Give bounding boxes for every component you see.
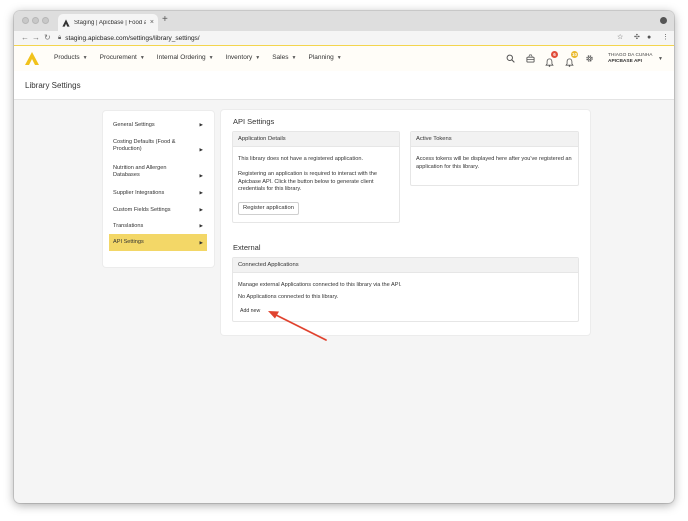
tab-title: Staging | Apicbase | Food and (74, 19, 146, 26)
active-tokens-header: Active Tokens (411, 132, 578, 147)
registration-instructions: Registering an application is required t… (238, 171, 377, 193)
application-details-panel: Application Details This library does no… (232, 131, 400, 223)
url-host: staging.apicbase.com (65, 34, 129, 42)
notifications-bell[interactable]: 6 (545, 51, 558, 67)
add-new-link[interactable]: Add new (240, 308, 260, 314)
basket-icon[interactable] (526, 54, 535, 63)
browser-toolbar: ← → ↻ 🔒︎ staging.apicbase.com/settings/l… (14, 31, 674, 45)
active-tokens-panel: Active Tokens Access tokens will be disp… (410, 131, 579, 186)
nav-sales[interactable]: Sales ▼ (272, 54, 296, 61)
maximize-window-button[interactable] (42, 17, 49, 24)
no-connected-applications-text: No Applications connected to this librar… (238, 294, 339, 300)
api-settings-title: API Settings (233, 117, 275, 126)
address-bar[interactable]: 🔒︎ staging.apicbase.com/settings/library… (58, 32, 638, 44)
chevron-down-icon: ▼ (82, 54, 88, 61)
extensions-puzzle-icon[interactable]: ✣ (634, 33, 640, 43)
sidebar-item-api-settings[interactable]: API Settings ▶ (109, 234, 207, 251)
sidebar-item-custom-fields[interactable]: Custom Fields Settings ▶ (109, 203, 207, 217)
nav-planning[interactable]: Planning ▼ (308, 54, 341, 61)
search-icon[interactable] (506, 54, 515, 63)
user-org: APICBASE API (608, 59, 642, 64)
application-details-header: Application Details (233, 132, 399, 147)
connected-applications-text: Manage external Applications connected t… (238, 282, 402, 288)
page-title: Library Settings (25, 81, 81, 90)
bell-icon (565, 58, 574, 67)
chevron-down-icon: ▼ (208, 54, 214, 61)
connected-applications-header: Connected Applications (233, 258, 578, 273)
active-tokens-text: Access tokens will be displayed here aft… (416, 156, 572, 170)
browser-window: Staging | Apicbase | Food and × + ← → ↻ … (14, 11, 674, 503)
sidebar-item-costing-defaults[interactable]: Costing Defaults (Food & Production) ▶ (109, 136, 207, 156)
sidebar-item-translations[interactable]: Translations ▶ (109, 219, 207, 233)
chevron-down-icon: ▼ (139, 54, 145, 61)
sidebar-item-nutrition-allergen[interactable]: Nutrition and Allergen Databases ▶ (109, 162, 207, 182)
sidebar-item-general-settings[interactable]: General Settings ▶ (109, 118, 207, 132)
annotation-arrow-icon (268, 311, 327, 341)
page-header: Library Settings (14, 71, 674, 100)
app-header: Products ▼ Procurement ▼ Internal Ordering… (14, 45, 674, 71)
minimize-window-button[interactable] (32, 17, 39, 24)
chevron-down-icon: ▼ (255, 54, 261, 61)
chevron-down-icon[interactable]: ▼ (658, 56, 663, 62)
profile-avatar-icon[interactable]: ● (647, 33, 651, 43)
bell-icon (545, 58, 554, 67)
browser-menu-icon[interactable] (660, 17, 667, 24)
sidebar-item-supplier-integrations[interactable]: Supplier Integrations ▶ (109, 186, 207, 200)
no-application-text: This library does not have a registered … (238, 156, 363, 162)
browser-tab-strip: Staging | Apicbase | Food and × + (14, 11, 674, 31)
nav-internal-ordering[interactable]: Internal Ordering ▼ (157, 54, 214, 61)
register-application-button[interactable]: Register application (238, 202, 299, 215)
caret-right-icon: ▶ (199, 147, 203, 152)
reload-icon[interactable]: ↻ (44, 32, 51, 44)
nav-products[interactable]: Products ▼ (54, 54, 88, 61)
notifications-badge: 6 (551, 51, 558, 58)
chevron-down-icon: ▼ (336, 54, 342, 61)
apicbase-logo-icon[interactable] (25, 52, 39, 65)
chevron-down-icon: ▼ (291, 54, 297, 61)
caret-right-icon: ▶ (199, 239, 203, 245)
tasks-badge: 10 (570, 51, 578, 58)
caret-right-icon: ▶ (199, 122, 203, 127)
settings-sidebar: General Settings ▶ Costing Defaults (Foo… (103, 111, 214, 267)
external-title: External (233, 243, 261, 252)
new-tab-button[interactable]: + (162, 15, 168, 25)
browser-tab[interactable]: Staging | Apicbase | Food and × (58, 14, 158, 31)
main-nav: Products ▼ Procurement ▼ Internal Ordering… (54, 54, 342, 61)
api-settings-card: API Settings Application Details This li… (221, 110, 590, 335)
caret-right-icon: ▶ (199, 223, 203, 228)
caret-right-icon: ▶ (199, 207, 203, 212)
tasks-bell[interactable]: 10 (565, 51, 578, 67)
lock-icon: 🔒︎ (58, 34, 62, 41)
back-arrow-icon[interactable]: ← (21, 32, 29, 44)
caret-right-icon: ▶ (199, 190, 203, 195)
nav-inventory[interactable]: Inventory ▼ (226, 54, 261, 61)
kebab-menu-icon[interactable]: ⋮ (662, 33, 669, 43)
user-menu[interactable]: THIAGO DA CUNHA APICBASE API (608, 53, 653, 65)
close-tab-icon[interactable]: × (150, 19, 154, 26)
caret-right-icon: ▶ (199, 173, 203, 178)
forward-arrow-icon[interactable]: → (32, 32, 40, 44)
nav-procurement[interactable]: Procurement ▼ (100, 54, 145, 61)
apicbase-favicon-icon (62, 18, 70, 27)
close-window-button[interactable] (22, 17, 29, 24)
gear-icon[interactable] (585, 54, 594, 63)
url-path: /settings/library_settings/ (128, 34, 200, 42)
bookmark-star-icon[interactable]: ☆ (617, 33, 623, 43)
